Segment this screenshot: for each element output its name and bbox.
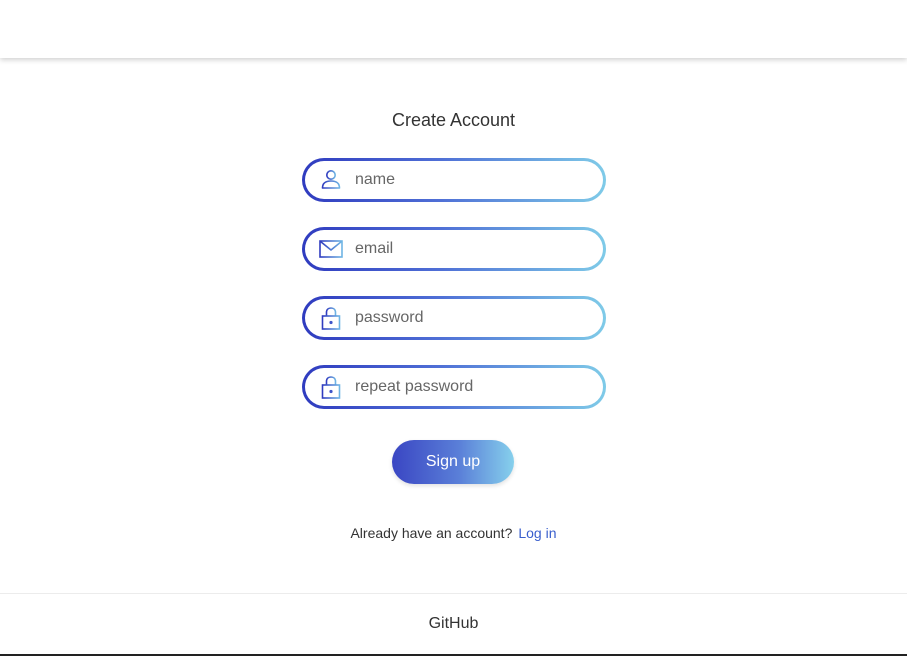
email-field-inner: [305, 230, 603, 268]
top-bar: [0, 0, 907, 58]
footer-github-link[interactable]: GitHub: [0, 615, 907, 633]
name-field-inner: [305, 161, 603, 199]
email-field[interactable]: [302, 227, 606, 271]
repeat-password-field-inner: [305, 368, 603, 406]
password-input[interactable]: [355, 299, 595, 337]
name-field[interactable]: [302, 158, 606, 202]
user-icon: [321, 170, 341, 189]
lock-icon: [321, 376, 341, 399]
sign-up-button[interactable]: Sign up: [392, 440, 514, 484]
page-title: Create Account: [391, 110, 516, 130]
name-input[interactable]: [355, 161, 595, 199]
lock-icon: [321, 307, 341, 330]
repeat-password-field[interactable]: [302, 365, 606, 409]
email-input[interactable]: [355, 230, 595, 268]
password-field-inner: [305, 299, 603, 337]
page: Create Account name email Sign up Alread…: [0, 0, 907, 656]
login-prompt-line: Already have an account? Log in: [0, 525, 907, 541]
footer-divider: [0, 593, 907, 594]
password-field[interactable]: [302, 296, 606, 340]
repeat-password-input[interactable]: [355, 368, 595, 406]
envelope-icon: [319, 240, 343, 258]
login-prompt-text: Already have an account?: [350, 525, 513, 541]
login-link[interactable]: Log in: [518, 525, 556, 541]
